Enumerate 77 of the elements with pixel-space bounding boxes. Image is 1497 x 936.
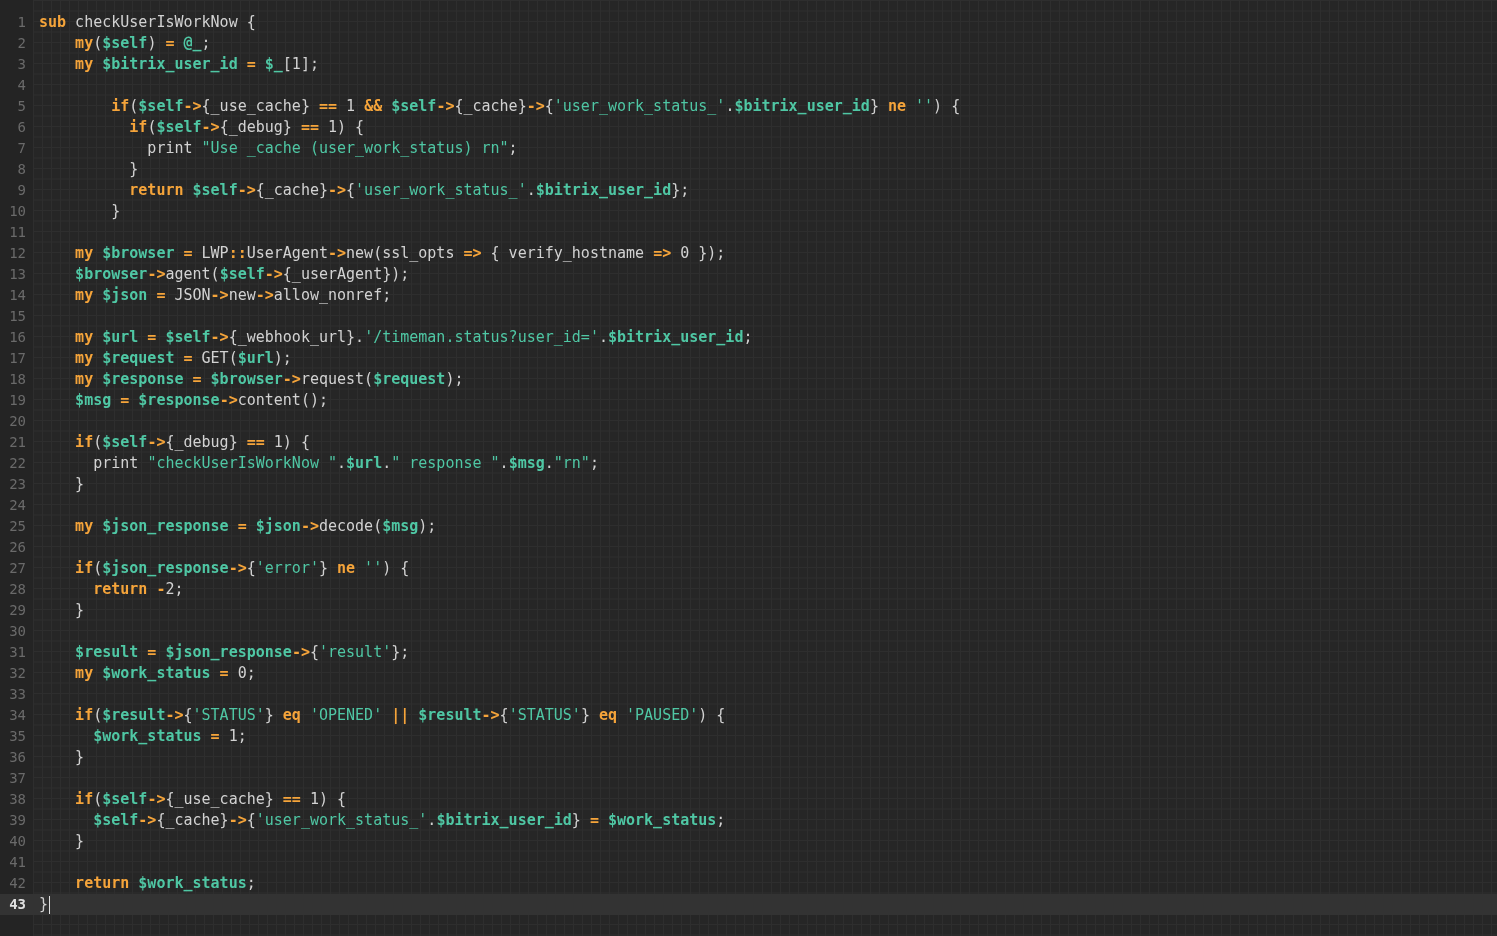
line-number: 9	[16, 181, 27, 200]
code-line: }	[110, 201, 121, 222]
code-line: sub checkUserIsWorkNow {	[38, 12, 256, 33]
line-number: 11	[8, 223, 27, 242]
line-number: 33	[8, 685, 27, 704]
code-line: }	[74, 474, 85, 495]
line-number: 22	[8, 454, 27, 473]
line-number: 37	[8, 769, 27, 788]
code-line: my $json_response = $json->decode($msg);	[74, 516, 437, 537]
line-number: 34	[8, 706, 27, 725]
line-number: 40	[8, 832, 27, 851]
text-cursor	[49, 895, 51, 914]
line-number: 1	[16, 13, 27, 32]
line-number: 20	[8, 412, 27, 431]
line-number: 6	[16, 118, 27, 137]
line-number: 7	[16, 139, 27, 158]
code-line: $result = $json_response->{'result'};	[74, 642, 410, 663]
line-number: 42	[8, 874, 27, 893]
code-line: $self->{_cache}->{'user_work_status_'.$bitrix_user_id} = $work_status;	[92, 810, 726, 831]
line-number: 41	[8, 853, 27, 872]
line-number: 28	[8, 580, 27, 599]
code-line: if($json_response->{'error'} ne '') {	[74, 558, 410, 579]
code-line: }	[74, 831, 85, 852]
line-number: 26	[8, 538, 27, 557]
line-number: 21	[8, 433, 27, 452]
line-number: 17	[8, 349, 27, 368]
code-line: my $work_status = 0;	[74, 663, 256, 684]
code-line: if($result->{'STATUS'} eq 'OPENED' || $result->{'STATUS'} eq 'PAUSED') {	[74, 705, 726, 726]
code-line: $work_status = 1;	[92, 726, 247, 747]
line-number: 36	[8, 748, 27, 767]
code-line: my $browser = LWP::UserAgent->new(ssl_opts => { verify_hostname => 0 });	[74, 243, 726, 264]
code-line: print "checkUserIsWorkNow ".$url." response ".$msg."rn";	[92, 453, 599, 474]
line-number: 29	[8, 601, 27, 620]
line-number: 23	[8, 475, 27, 494]
line-number: 10	[8, 202, 27, 221]
line-number: 32	[8, 664, 27, 683]
code-line: $browser->agent($self->{_userAgent});	[74, 264, 410, 285]
code-line: if($self->{_debug} == 1) {	[74, 432, 310, 453]
code-line: print "Use _cache (user_work_status) rn";	[146, 138, 518, 159]
line-number: 18	[8, 370, 27, 389]
line-number: 43	[0, 894, 33, 915]
line-number: 24	[8, 496, 27, 515]
code-line: if($self->{_debug} == 1) {	[128, 117, 365, 138]
line-number: 3	[16, 55, 27, 74]
line-number: 31	[8, 643, 27, 662]
line-number: 19	[8, 391, 27, 410]
code-line: if($self->{_use_cache} == 1) {	[74, 789, 347, 810]
code-line: }	[74, 747, 85, 768]
code-line: }	[128, 159, 139, 180]
line-number: 35	[8, 727, 27, 746]
line-number: 13	[8, 265, 27, 284]
code-line: return $work_status;	[74, 873, 256, 894]
line-number: 5	[16, 97, 27, 116]
code-line: my $json = JSON->new->allow_nonref;	[74, 285, 392, 306]
line-number: 30	[8, 622, 27, 641]
line-number: 15	[8, 307, 27, 326]
line-number: 2	[16, 34, 27, 53]
code-line: my $response = $browser->request($request);	[74, 369, 464, 390]
line-number: 12	[8, 244, 27, 263]
code-line: }	[74, 600, 85, 621]
line-number: 25	[8, 517, 27, 536]
code-line: my $url = $self->{_webhook_url}.'/timeman.status?user_id='.$bitrix_user_id;	[74, 327, 753, 348]
line-number: 4	[16, 76, 27, 95]
line-number: 16	[8, 328, 27, 347]
code-line: my $bitrix_user_id = $_[1];	[74, 54, 319, 75]
line-number: 39	[8, 811, 27, 830]
code-line: $msg = $response->content();	[74, 390, 328, 411]
line-number: 27	[8, 559, 27, 578]
code-line: my($self) = @_;	[74, 33, 211, 54]
code-line: return -2;	[92, 579, 184, 600]
line-number: 38	[8, 790, 27, 809]
line-number: 14	[8, 286, 27, 305]
line-number: 8	[16, 160, 27, 179]
code-line: }	[38, 894, 49, 915]
code-line: if($self->{_use_cache} == 1 && $self->{_cache}->{'user_work_status_'.$bitrix_user_id} ne '') {	[110, 96, 961, 117]
code-line: my $request = GET($url);	[74, 348, 292, 369]
code-line: return $self->{_cache}->{'user_work_status_'.$bitrix_user_id};	[128, 180, 690, 201]
